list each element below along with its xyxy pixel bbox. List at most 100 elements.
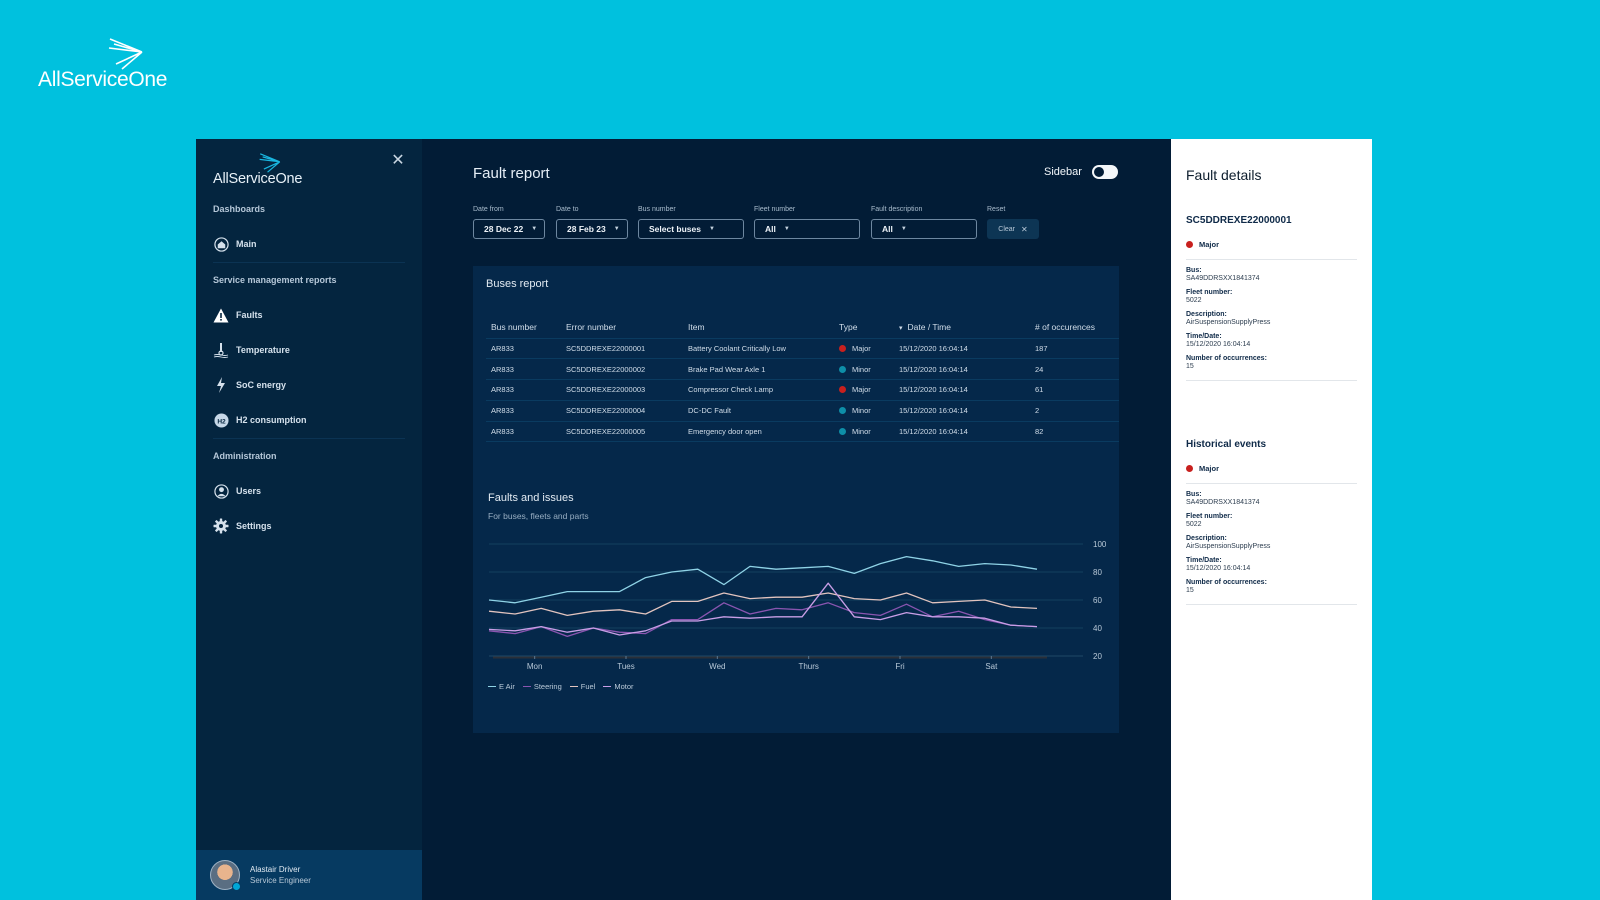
date-to-dropdown[interactable]: 28 Feb 23 ▼ <box>556 219 628 239</box>
filter-bus-number: Bus number Select buses ▼ <box>638 206 744 239</box>
detail-value: AirSuspensionSupplyPress <box>1186 319 1271 326</box>
lightning-icon <box>213 377 229 393</box>
filter-fault-description: Fault description All ▼ <box>871 206 977 239</box>
detail-key: Time/Date: <box>1186 557 1222 564</box>
sidebar-item-h2-consumption[interactable]: H2 H2 consumption <box>213 407 405 433</box>
sidebar-toggle[interactable]: Sidebar <box>1044 165 1118 179</box>
caret-down-icon: ▼ <box>613 226 620 232</box>
caret-down-icon: ▼ <box>783 226 790 232</box>
detail-key: Time/Date: <box>1186 333 1222 340</box>
sidebar-item-main[interactable]: Main <box>213 231 405 257</box>
series-line-e-air[interactable] <box>488 555 1038 604</box>
x-tick-label: Sat <box>985 662 998 671</box>
legend-swatch <box>603 685 612 688</box>
detail-value: 15 <box>1186 587 1194 594</box>
y-tick-label: 80 <box>1093 568 1102 577</box>
gear-icon <box>213 518 229 534</box>
detail-value: 15/12/2020 16:04:14 <box>1186 341 1251 348</box>
detail-field: Time/Date: 15/12/2020 16:04:14 <box>1186 333 1357 348</box>
status-label: Major <box>1199 464 1220 473</box>
fault-id: SC5DDREXE22000001 <box>1186 215 1292 226</box>
swoosh-logo-icon <box>259 153 281 173</box>
detail-field: Time/Date: 15/12/2020 16:04:14 <box>1186 557 1357 572</box>
section-dashboards: Dashboards <box>213 204 266 214</box>
detail-value: SA49DDRSXX1841374 <box>1186 499 1260 506</box>
user-profile[interactable]: Alastair Driver Service Engineer <box>196 850 422 900</box>
sidebar-item-label: Settings <box>236 521 272 531</box>
divider <box>1186 483 1357 484</box>
legend-item[interactable]: Fuel <box>569 682 596 691</box>
dropdown-value: All <box>765 224 776 234</box>
fleet-number-dropdown[interactable]: All ▼ <box>754 219 860 239</box>
buses-report-card: Buses report Bus number Error number Ite… <box>473 266 1119 733</box>
status-dot <box>232 882 241 891</box>
warning-icon <box>213 307 229 323</box>
date-from-dropdown[interactable]: 28 Dec 22 ▼ <box>473 219 545 239</box>
legend-label: Motor <box>614 682 634 691</box>
filter-reset: Reset Clear ✕ <box>987 206 1039 239</box>
sidebar-toggle-label: Sidebar <box>1044 166 1082 178</box>
detail-key: Bus: <box>1186 267 1202 274</box>
detail-key: Description: <box>1186 311 1227 318</box>
sidebar-item-soc-energy[interactable]: SoC energy <box>213 372 405 398</box>
filter-label: Reset <box>987 206 1006 213</box>
legend-label: Steering <box>533 682 562 691</box>
sidebar-item-settings[interactable]: Settings <box>213 513 405 539</box>
line-chart: 100 80 60 40 20 Mon Tues Wed Thurs Fri Sat <box>488 540 1107 671</box>
detail-key: Fleet number: <box>1186 513 1233 520</box>
x-tick-label: Wed <box>709 662 725 671</box>
detail-key: Number of occurrences: <box>1186 355 1267 362</box>
close-icon: ✕ <box>1021 224 1028 234</box>
legend-item[interactable]: E Air <box>488 682 515 691</box>
filter-label: Date to <box>556 206 579 213</box>
bus-number-dropdown[interactable]: Select buses ▼ <box>638 219 744 239</box>
legend-label: Fuel <box>580 682 596 691</box>
sidebar-logo: AllServiceOne <box>213 153 333 193</box>
sidebar-item-label: Faults <box>236 310 263 320</box>
caret-down-icon: ▼ <box>708 226 715 232</box>
clear-button[interactable]: Clear ✕ <box>987 219 1039 239</box>
toggle-knob <box>1092 166 1105 178</box>
detail-field: Description: AirSuspensionSupplyPress <box>1186 311 1357 326</box>
legend-item[interactable]: Steering <box>522 682 562 691</box>
sidebar-item-faults[interactable]: Faults <box>213 302 405 328</box>
sidebar-item-temperature[interactable]: Temperature <box>213 337 405 363</box>
filter-date-to: Date to 28 Feb 23 ▼ <box>556 206 628 239</box>
legend-swatch <box>569 685 578 688</box>
x-tick-label: Mon <box>527 662 543 671</box>
filter-label: Fault description <box>871 206 923 213</box>
history-title: Historical events <box>1186 439 1267 450</box>
sidebar-item-users[interactable]: Users <box>213 478 405 504</box>
status-badge: Major <box>1186 464 1357 473</box>
clear-label: Clear <box>998 225 1016 233</box>
dropdown-value: 28 Feb 23 <box>567 224 606 234</box>
major-dot-icon <box>1186 465 1193 472</box>
detail-value: AirSuspensionSupplyPress <box>1186 543 1271 550</box>
filter-fleet-number: Fleet number All ▼ <box>754 206 860 239</box>
sidebar-item-label: SoC energy <box>236 380 287 390</box>
fault-description-dropdown[interactable]: All ▼ <box>871 219 977 239</box>
status-label: Major <box>1199 240 1220 249</box>
chart-legend: E Air Steering Fuel Motor <box>488 682 642 691</box>
y-tick-label: 40 <box>1093 624 1102 633</box>
section-service-reports: Service management reports <box>213 275 337 285</box>
filter-label: Bus number <box>638 206 676 213</box>
x-tick-label: Tues <box>617 662 635 671</box>
dropdown-value: All <box>882 224 893 234</box>
swoosh-logo-icon <box>108 38 143 70</box>
detail-field: Description: AirSuspensionSupplyPress <box>1186 535 1357 550</box>
detail-value: 5022 <box>1186 297 1202 304</box>
caret-down-icon: ▼ <box>900 226 907 232</box>
sidebar-item-label: Temperature <box>236 345 290 355</box>
x-tick-label: Fri <box>895 662 905 671</box>
toggle-switch[interactable] <box>1091 165 1118 179</box>
y-tick-label: 60 <box>1093 596 1102 605</box>
app-window: AllServiceOne ✕ Dashboards Main Service … <box>196 139 1372 900</box>
detail-field: Bus: SA49DDRSXX1841374 <box>1186 491 1357 506</box>
close-icon[interactable]: ✕ <box>390 153 406 169</box>
page-title: Fault report <box>473 165 550 182</box>
filter-label: Fleet number <box>754 206 796 213</box>
detail-value: SA49DDRSXX1841374 <box>1186 275 1260 282</box>
detail-field: Number of occurrences: 15 <box>1186 355 1357 370</box>
legend-item[interactable]: Motor <box>603 682 634 691</box>
